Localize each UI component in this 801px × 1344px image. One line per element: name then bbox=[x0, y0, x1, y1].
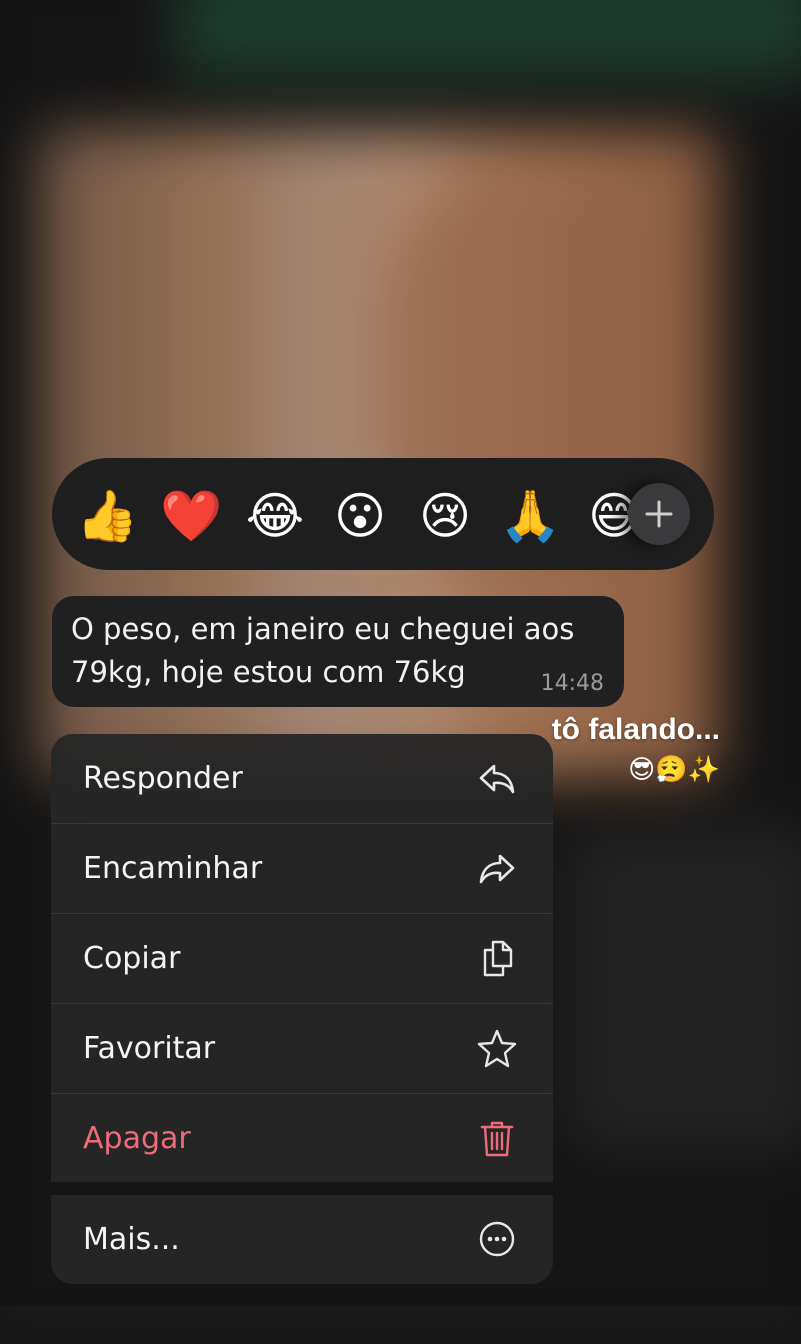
message-bubble[interactable]: O peso, em janeiro eu cheguei aos 79kg, … bbox=[52, 596, 624, 707]
message-time: 14:48 bbox=[540, 671, 604, 696]
reaction-crying-face[interactable]: 😢 bbox=[415, 486, 475, 546]
menu-item-label: Copiar bbox=[83, 941, 181, 976]
menu-item-forward[interactable]: Encaminhar bbox=[51, 824, 553, 914]
trash-icon bbox=[480, 1121, 514, 1157]
copy-icon bbox=[483, 940, 513, 977]
menu-item-more[interactable]: Mais... bbox=[51, 1195, 553, 1284]
menu-item-label: Responder bbox=[83, 761, 243, 796]
menu-item-copy[interactable]: Copiar bbox=[51, 914, 553, 1004]
reaction-red-heart[interactable]: ❤️ bbox=[160, 486, 222, 546]
reply-icon bbox=[479, 764, 515, 794]
menu-item-label: Apagar bbox=[83, 1121, 191, 1156]
more-icon bbox=[479, 1221, 515, 1257]
reaction-bar: 👍 ❤️ 😂 😮 😢 🙏 😅 bbox=[52, 458, 714, 570]
add-reaction-button[interactable] bbox=[628, 483, 690, 545]
reaction-folded-hands[interactable]: 🙏 bbox=[499, 486, 561, 546]
forward-icon bbox=[479, 854, 515, 884]
menu-item-label: Favoritar bbox=[83, 1031, 216, 1066]
context-menu: Responder Encaminhar Copiar Favoritar Ap… bbox=[51, 734, 553, 1182]
reaction-tears-of-joy[interactable]: 😂 bbox=[245, 486, 305, 546]
menu-item-label: Encaminhar bbox=[83, 851, 263, 886]
plus-icon bbox=[645, 500, 673, 528]
star-icon bbox=[477, 1029, 517, 1068]
message-text: O peso, em janeiro eu cheguei aos 79kg, … bbox=[71, 612, 575, 689]
overlay-emojis: 😎😮‍💨✨ bbox=[628, 755, 720, 785]
reaction-open-mouth[interactable]: 😮 bbox=[330, 486, 390, 546]
reaction-thumbs-up[interactable]: 👍 bbox=[76, 486, 138, 546]
menu-item-delete[interactable]: Apagar bbox=[51, 1094, 553, 1182]
menu-item-label: Mais... bbox=[83, 1222, 180, 1257]
menu-item-star[interactable]: Favoritar bbox=[51, 1004, 553, 1094]
menu-item-reply[interactable]: Responder bbox=[51, 734, 553, 824]
